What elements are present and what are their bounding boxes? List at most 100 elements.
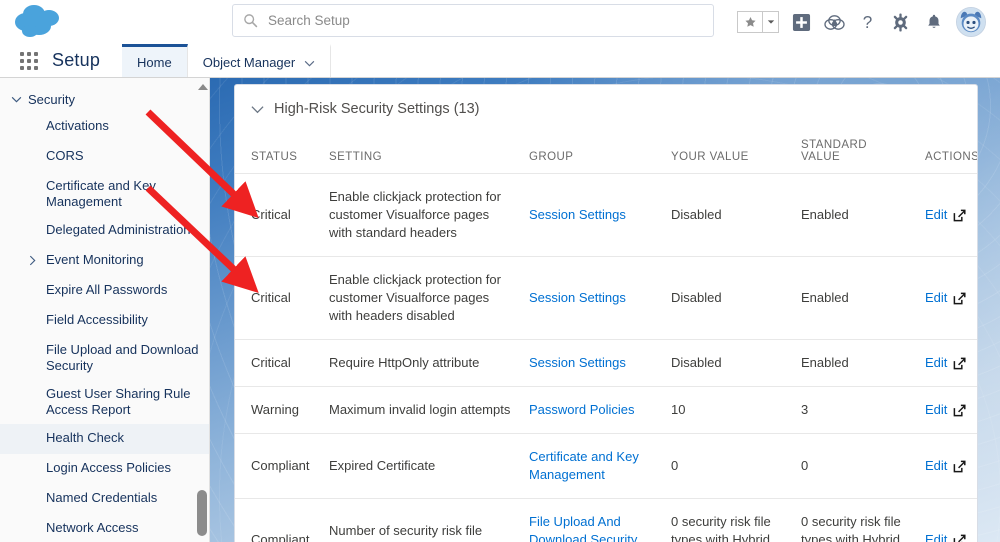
sidebar-item-label: Health Check	[46, 430, 124, 446]
table-row: Critical Require HttpOnly attribute Sess…	[235, 340, 978, 387]
gear-icon[interactable]	[890, 12, 911, 33]
sidebar-item-field-accessibility[interactable]: Field Accessibility	[0, 306, 209, 336]
group-link[interactable]: Password Policies	[529, 402, 635, 417]
table-row: Critical Enable clickjack protection for…	[235, 257, 978, 340]
chevron-down-icon[interactable]	[251, 105, 264, 114]
sidebar-item-label: Field Accessibility	[46, 312, 148, 328]
external-link-icon[interactable]	[953, 460, 966, 473]
sidebar-item-event-monitoring[interactable]: Event Monitoring	[0, 246, 209, 276]
cloud-apps-icon[interactable]	[824, 12, 845, 33]
page-title: Setup	[52, 44, 122, 77]
tab-home-label: Home	[137, 55, 172, 70]
status-badge: Warning	[235, 387, 321, 434]
sidebar-item-label: CORS	[46, 148, 84, 164]
group-link[interactable]: Session Settings	[529, 355, 626, 370]
sidebar-item-file-upload-and-download-security[interactable]: File Upload and Download Security	[0, 336, 209, 380]
sidebar-group-label: Security	[28, 92, 75, 107]
avatar[interactable]	[956, 7, 986, 37]
status-badge: Compliant	[235, 434, 321, 499]
status-badge: Critical	[235, 340, 321, 387]
sidebar-item-label: Guest User Sharing Rule Access Report	[46, 386, 199, 418]
security-settings-table: STATUS SETTING GROUP YOUR VALUE STANDARD…	[235, 133, 978, 542]
sidebar-item-cors[interactable]: CORS	[0, 142, 209, 172]
edit-link[interactable]: Edit	[925, 354, 947, 372]
status-badge: Critical	[235, 174, 321, 257]
setting-name: Expired Certificate	[321, 434, 521, 499]
external-link-icon[interactable]	[953, 357, 966, 370]
edit-link[interactable]: Edit	[925, 289, 947, 307]
bell-icon[interactable]	[923, 12, 944, 33]
your-value: Disabled	[663, 257, 793, 340]
tab-home[interactable]: Home	[122, 44, 188, 77]
sidebar-item-label: Delegated Administration	[46, 222, 191, 238]
waffle-grid-icon[interactable]	[20, 52, 42, 70]
edit-link[interactable]: Edit	[925, 531, 947, 542]
sidebar-group-security[interactable]: Security	[0, 86, 209, 112]
setting-name: Number of security risk file types with …	[321, 499, 521, 542]
star-icon[interactable]	[737, 11, 762, 33]
status-badge: Compliant	[235, 499, 321, 542]
setting-name: Enable clickjack protection for customer…	[321, 257, 521, 340]
setting-name: Enable clickjack protection for customer…	[321, 174, 521, 257]
sidebar-scrollbar[interactable]	[197, 84, 207, 536]
caret-down-icon[interactable]	[762, 11, 779, 33]
section-header[interactable]: High-Risk Security Settings (13)	[235, 85, 977, 133]
column-header-standard-value: STANDARD VALUE	[793, 133, 917, 174]
sidebar-item-expire-all-passwords[interactable]: Expire All Passwords	[0, 276, 209, 306]
sidebar-item-label: Named Credentials	[46, 490, 157, 506]
external-link-icon[interactable]	[953, 534, 966, 542]
question-mark-icon[interactable]: ?	[857, 12, 878, 33]
chevron-right-icon[interactable]	[26, 253, 38, 267]
salesforce-cloud-logo[interactable]	[12, 2, 68, 40]
section-title: High-Risk Security Settings (13)	[274, 101, 480, 117]
sidebar-item-label: Certificate and Key Management	[46, 178, 199, 210]
external-link-icon[interactable]	[953, 209, 966, 222]
group-link[interactable]: Session Settings	[529, 207, 626, 222]
edit-link[interactable]: Edit	[925, 457, 947, 475]
plus-square-icon[interactable]	[791, 12, 812, 33]
sidebar-tree: Security Activations CORS Certificate an…	[0, 78, 209, 542]
search-box[interactable]	[232, 4, 714, 37]
external-link-icon[interactable]	[953, 292, 966, 305]
tab-object-manager[interactable]: Object Manager	[188, 44, 332, 77]
setup-navigation-bar: Setup Home Object Manager	[0, 44, 1000, 78]
sidebar-item-delegated-administration[interactable]: Delegated Administration	[0, 216, 209, 246]
column-header-actions: ACTIONS	[917, 133, 978, 174]
table-row: Critical Enable clickjack protection for…	[235, 174, 978, 257]
favorites-group[interactable]	[737, 11, 779, 33]
table-row: Compliant Number of security risk file t…	[235, 499, 978, 542]
column-header-your-value: YOUR VALUE	[663, 133, 793, 174]
your-value: 0 security risk file types with Hybrid b…	[663, 499, 793, 542]
sidebar-item-label: Activations	[46, 118, 109, 134]
group-link[interactable]: Session Settings	[529, 290, 626, 305]
scroll-up-arrow-icon[interactable]	[198, 84, 208, 90]
sidebar-item-health-check[interactable]: Health Check	[0, 424, 209, 454]
sidebar-item-label: Event Monitoring	[46, 252, 144, 268]
sidebar-item-named-credentials[interactable]: Named Credentials	[0, 484, 209, 514]
group-link[interactable]: File Upload And Download Security Settin…	[529, 514, 637, 542]
global-header: ?	[0, 0, 1000, 44]
standard-value: 3	[793, 387, 917, 434]
standard-value: 0 security risk file types with Hybrid b…	[793, 499, 917, 542]
search-input[interactable]	[268, 13, 703, 28]
external-link-icon[interactable]	[953, 404, 966, 417]
your-value: 10	[663, 387, 793, 434]
status-badge: Critical	[235, 257, 321, 340]
edit-link[interactable]: Edit	[925, 206, 947, 224]
sidebar-item-login-access-policies[interactable]: Login Access Policies	[0, 454, 209, 484]
column-header-setting: SETTING	[321, 133, 521, 174]
group-link[interactable]: Certificate and Key Management	[529, 449, 639, 482]
sidebar-item-guest-user-sharing-rule-access-report[interactable]: Guest User Sharing Rule Access Report	[0, 380, 209, 424]
table-header-row: STATUS SETTING GROUP YOUR VALUE STANDARD…	[235, 133, 978, 174]
scrollbar-thumb[interactable]	[197, 490, 207, 536]
your-value: Disabled	[663, 174, 793, 257]
sidebar-item-network-access[interactable]: Network Access	[0, 514, 209, 542]
salesforce-setup-page: ?	[0, 0, 1000, 542]
standard-value: Enabled	[793, 257, 917, 340]
sidebar-item-label: Login Access Policies	[46, 460, 171, 476]
sidebar-item-certificate-and-key-management[interactable]: Certificate and Key Management	[0, 172, 209, 216]
standard-value: Enabled	[793, 340, 917, 387]
your-value: Disabled	[663, 340, 793, 387]
sidebar-item-activations[interactable]: Activations	[0, 112, 209, 142]
edit-link[interactable]: Edit	[925, 401, 947, 419]
